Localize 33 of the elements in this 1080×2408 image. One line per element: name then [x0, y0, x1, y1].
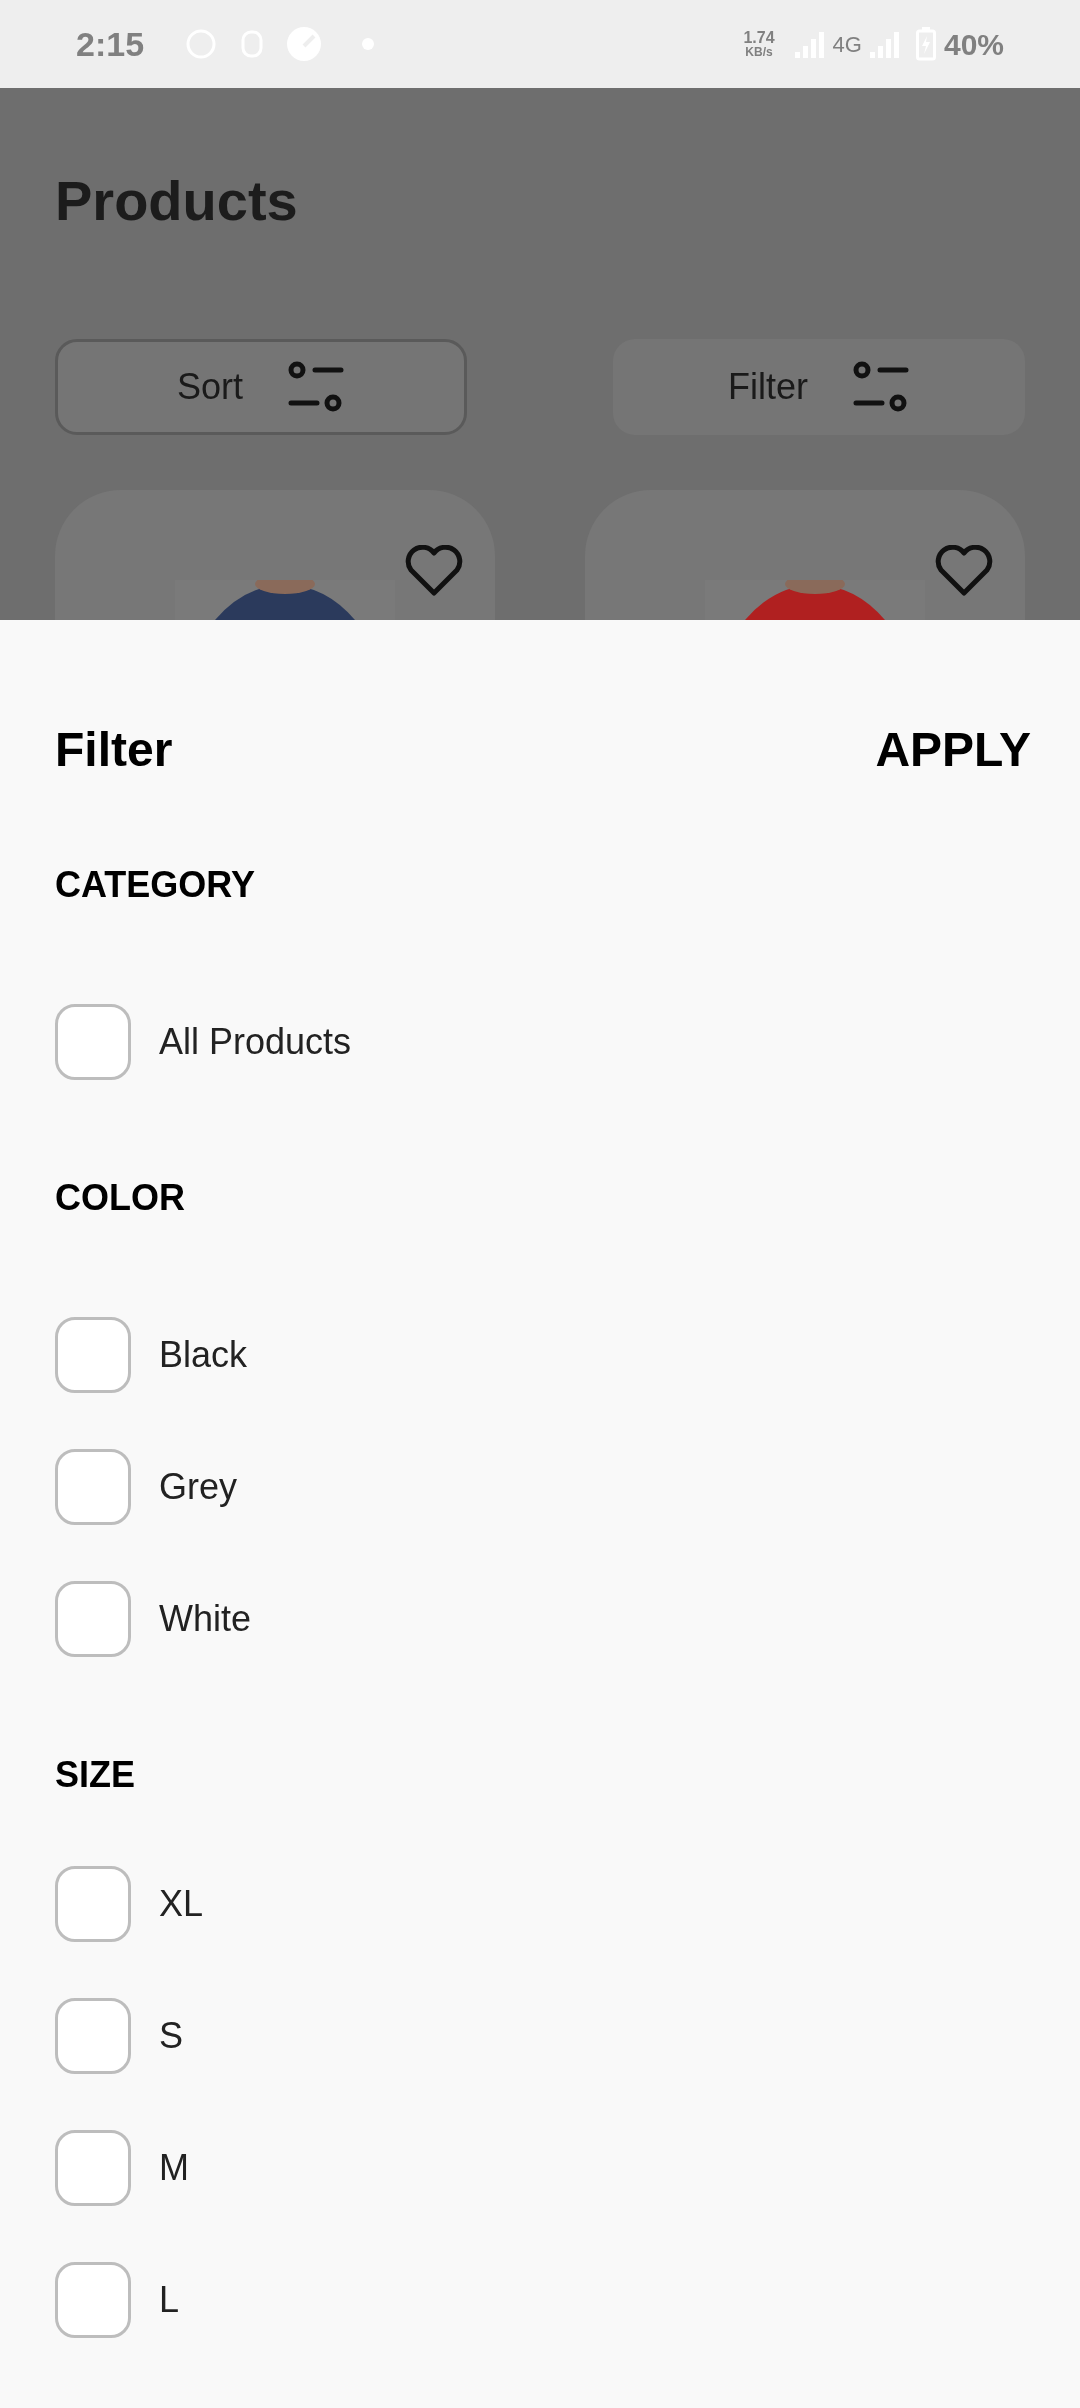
speed-unit: KB/s	[745, 46, 773, 58]
checkbox[interactable]	[55, 1317, 131, 1393]
checkbox[interactable]	[55, 1998, 131, 2074]
checkbox[interactable]	[55, 2130, 131, 2206]
checkbox[interactable]	[55, 1581, 131, 1657]
option-label: White	[159, 1597, 252, 1641]
checkbox[interactable]	[55, 1866, 131, 1942]
option-label: All Products	[159, 1020, 352, 1064]
apply-button[interactable]: APPLY	[875, 714, 1031, 786]
option-label: L	[159, 2278, 180, 2322]
option-label: Grey	[159, 1465, 237, 1509]
section-heading: CATEGORY	[55, 863, 256, 907]
option-label: XL	[159, 1882, 204, 1926]
section-heading: COLOR	[55, 1176, 186, 1220]
heart-icon[interactable]	[935, 545, 993, 597]
network-speed: 1.74	[743, 30, 775, 46]
option-label: S	[159, 2014, 183, 2058]
checkbox[interactable]	[55, 1004, 131, 1080]
filter-button[interactable]: Filter	[613, 339, 1025, 435]
heart-icon[interactable]	[405, 545, 463, 597]
network-type: 4G	[832, 30, 862, 59]
checkbox[interactable]	[55, 2262, 131, 2338]
option-label: M	[159, 2146, 189, 2190]
sliders-icon	[287, 361, 345, 413]
sheet-title: Filter	[55, 722, 173, 778]
clock: 2:15	[76, 23, 145, 65]
sort-button[interactable]: Sort	[55, 339, 467, 435]
page-title: Products	[55, 168, 299, 234]
sliders-icon	[852, 361, 910, 413]
battery-level: 40%	[943, 26, 1004, 63]
checkbox[interactable]	[55, 1449, 131, 1525]
section-heading: SIZE	[55, 1753, 136, 1797]
option-label: Black	[159, 1333, 248, 1377]
